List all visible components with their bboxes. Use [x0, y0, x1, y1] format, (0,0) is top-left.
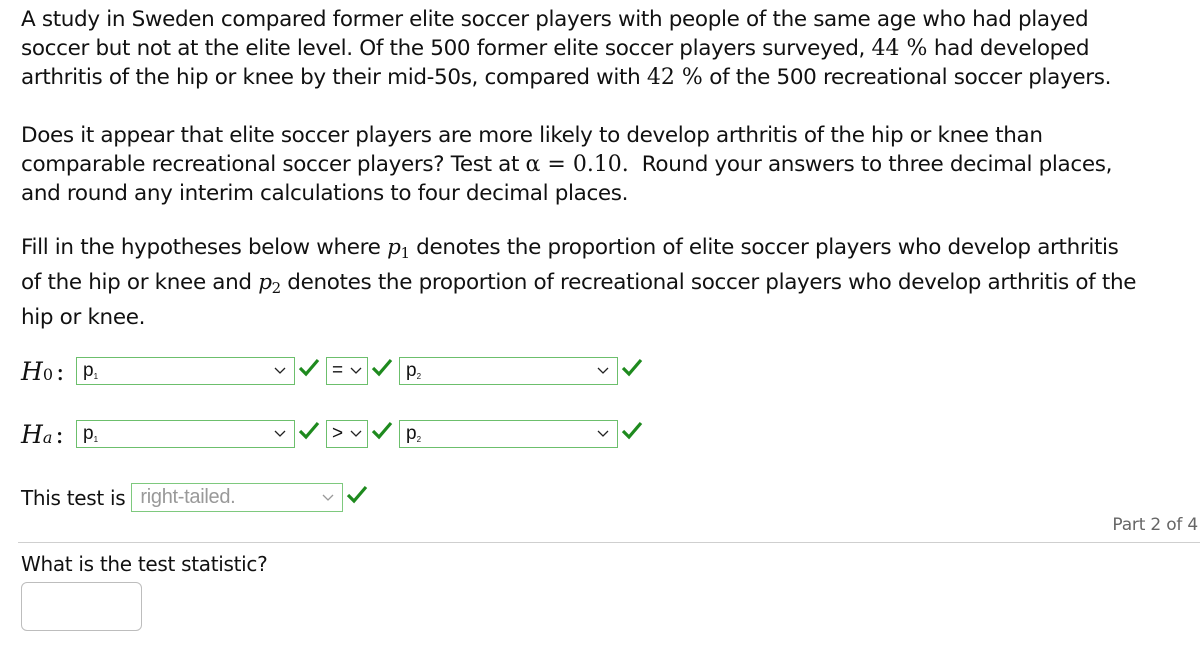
problem-statement: A study in Sweden compared former elite … — [21, 5, 1200, 92]
checkmark-icon — [621, 358, 643, 377]
chevron-down-icon — [597, 367, 609, 374]
chevron-down-icon — [322, 494, 334, 501]
test-type-label: This test is — [21, 485, 126, 510]
hyp-line-1: Fill in the hypotheses below where p1 de… — [21, 233, 1200, 268]
value-text: p — [83, 423, 94, 444]
text: soccer but not at the elite level. Of th… — [21, 36, 872, 61]
chevron-down-icon — [350, 430, 362, 437]
part-indicator: Part 2 of 4 — [1112, 515, 1198, 535]
value-subscript: 2 — [416, 372, 422, 381]
instructions-line-2: comparable recreational soccer players? … — [21, 150, 1200, 179]
h-subscript: 0 — [42, 364, 53, 384]
text: of the hip or knee and — [21, 270, 259, 295]
h-symbol: H — [21, 419, 43, 449]
value-subscript: 1 — [93, 435, 99, 444]
h-symbol: H — [21, 356, 43, 386]
null-right-dropdown[interactable]: p2 — [399, 357, 618, 385]
alpha-value: α = 0.10. — [525, 152, 629, 177]
hypotheses-instructions: Fill in the hypotheses below where p1 de… — [21, 233, 1200, 332]
h-subscript: a — [42, 427, 53, 447]
recreational-percent: 42 % — [646, 65, 703, 90]
hyp-line-3: hip or knee. — [21, 305, 146, 330]
colon: : — [55, 419, 64, 449]
chevron-down-icon — [597, 430, 609, 437]
elite-percent: 44 % — [871, 36, 928, 61]
p1-variable: p — [387, 235, 401, 260]
value-text: p — [406, 360, 417, 381]
alt-left-dropdown[interactable]: p1 — [76, 420, 295, 448]
chevron-down-icon — [350, 367, 362, 374]
selected-value: p1 — [77, 423, 98, 445]
alt-operator-dropdown[interactable]: > — [326, 420, 368, 448]
problem-line-3: arthritis of the hip or knee by their mi… — [21, 63, 1200, 92]
text: arthritis of the hip or knee by their mi… — [21, 65, 647, 90]
test-type-row: This test is right-tailed. — [21, 483, 374, 512]
alt-right-dropdown[interactable]: p2 — [399, 420, 618, 448]
test-statistic-question: What is the test statistic? — [21, 552, 268, 576]
value-subscript: 2 — [416, 435, 422, 444]
problem-line-1: A study in Sweden compared former elite … — [21, 7, 1089, 32]
colon: : — [56, 356, 65, 386]
instructions-line-3: and round any interim calculations to fo… — [21, 181, 629, 206]
test-statistic-input[interactable] — [21, 582, 142, 631]
text: of the 500 recreational soccer players. — [702, 65, 1112, 90]
chevron-down-icon — [274, 367, 286, 374]
text: had developed — [927, 36, 1090, 61]
text: comparable recreational soccer players? … — [21, 152, 526, 177]
test-type-dropdown[interactable]: right-tailed. — [131, 483, 344, 512]
selected-value: p2 — [400, 360, 421, 382]
section-divider — [18, 542, 1200, 543]
alternative-hypothesis-label: Ha: — [21, 420, 76, 449]
selected-value: p2 — [400, 423, 421, 445]
checkmark-icon — [371, 421, 393, 440]
problem-line-2: soccer but not at the elite level. Of th… — [21, 34, 1200, 63]
text: denotes the proportion of elite soccer p… — [409, 235, 1119, 260]
value-subscript: 1 — [93, 372, 99, 381]
checkmark-icon — [298, 358, 320, 377]
checkmark-icon — [298, 421, 320, 440]
p2-subscript: 2 — [271, 279, 282, 297]
p2-variable: p — [258, 270, 272, 295]
null-hypothesis-label: H0: — [21, 357, 76, 386]
selected-value: p1 — [77, 360, 98, 382]
value-text: p — [83, 360, 94, 381]
p1-subscript: 1 — [400, 244, 410, 262]
checkmark-icon — [347, 485, 368, 503]
checkmark-icon — [621, 421, 643, 440]
checkmark-icon — [371, 358, 393, 377]
instructions-line-1: Does it appear that elite soccer players… — [21, 123, 1043, 148]
text: Fill in the hypotheses below where — [21, 235, 388, 260]
value-text: p — [406, 423, 417, 444]
selected-value: = — [332, 360, 344, 381]
text: denotes the proportion of recreational s… — [280, 270, 1137, 295]
selected-value: right-tailed. — [140, 486, 236, 508]
hyp-line-2: of the hip or knee and p2 denotes the pr… — [21, 268, 1200, 303]
selected-value: > — [332, 423, 344, 444]
null-hypothesis-row: H0: p1 = p2 — [21, 356, 649, 386]
text: Round your answers to three decimal plac… — [628, 152, 1113, 177]
null-left-dropdown[interactable]: p1 — [76, 357, 295, 385]
null-operator-dropdown[interactable]: = — [326, 357, 368, 385]
question-instructions: Does it appear that elite soccer players… — [21, 121, 1200, 208]
alternative-hypothesis-row: Ha: p1 > p2 — [21, 419, 649, 449]
chevron-down-icon — [274, 430, 286, 437]
